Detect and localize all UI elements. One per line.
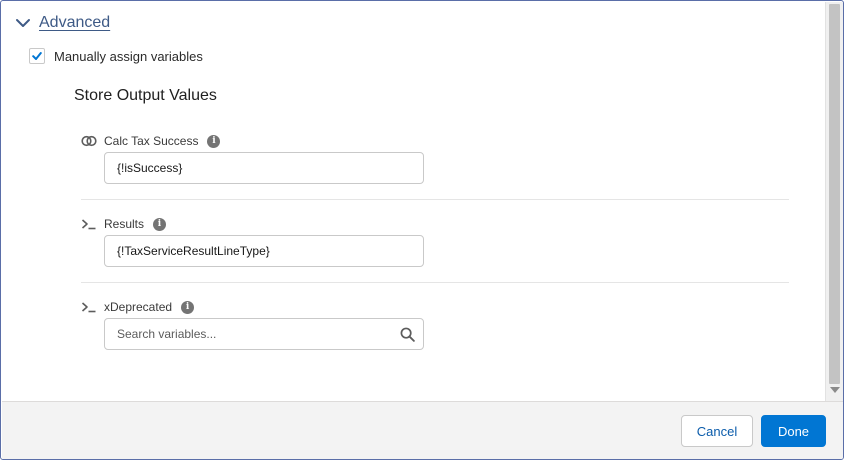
info-icon[interactable]: i	[181, 300, 195, 314]
search-variables-input[interactable]: Search variables...	[104, 318, 424, 350]
modal-frame: Advanced Manually assign variables Store…	[0, 0, 844, 460]
calc-tax-success-input[interactable]: {!isSuccess}	[104, 152, 424, 184]
field-label: xDeprecated	[104, 300, 173, 314]
done-button[interactable]: Done	[761, 415, 826, 447]
advanced-section-label[interactable]: Advanced	[39, 14, 110, 32]
field-results: Results i {!TaxServiceResultLineType}	[81, 216, 789, 283]
vertical-scrollbar[interactable]	[825, 2, 843, 401]
manual-assign-checkbox[interactable]	[29, 48, 45, 64]
field-calc-tax-success: Calc Tax Success i {!isSuccess}	[81, 133, 789, 200]
info-icon[interactable]: i	[153, 217, 167, 231]
info-icon[interactable]: i	[207, 134, 221, 148]
cancel-button[interactable]: Cancel	[681, 415, 753, 447]
field-label: Calc Tax Success	[104, 134, 199, 148]
divider	[81, 199, 789, 200]
divider	[81, 282, 789, 283]
modal-footer: Cancel Done	[2, 401, 843, 459]
search-placeholder: Search variables...	[117, 327, 217, 341]
advanced-section-toggle[interactable]: Advanced	[15, 12, 110, 34]
manual-assign-label: Manually assign variables	[54, 48, 203, 64]
manual-assign-row[interactable]: Manually assign variables	[29, 47, 203, 65]
chevron-down-icon	[16, 19, 30, 27]
prompt-icon	[81, 300, 97, 314]
results-input[interactable]: {!TaxServiceResultLineType}	[104, 235, 424, 267]
section-title: Store Output Values	[74, 87, 217, 104]
toggle-icon	[81, 134, 97, 148]
scroll-down-arrow-icon[interactable]	[830, 387, 840, 393]
scrollbar-thumb[interactable]	[829, 4, 840, 384]
field-label: Results	[104, 217, 145, 231]
field-xdeprecated: xDeprecated i Search variables...	[81, 299, 789, 350]
search-icon[interactable]	[400, 327, 415, 342]
checkmark-icon	[32, 52, 42, 60]
prompt-icon	[81, 217, 97, 231]
